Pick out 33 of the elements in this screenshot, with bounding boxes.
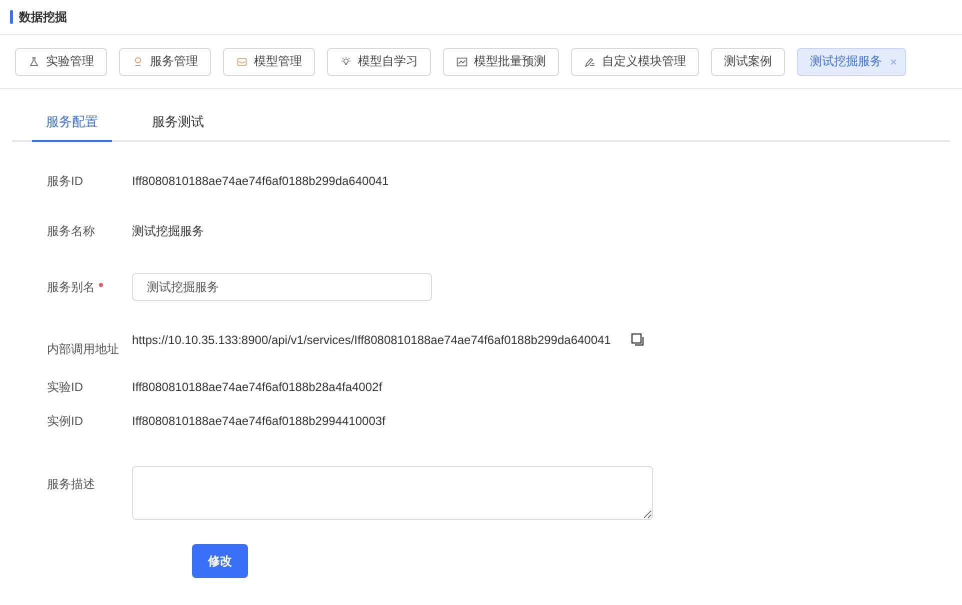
page-title: 数据挖掘 [19, 8, 67, 26]
field-value: 测试挖掘服务 [132, 222, 204, 240]
copy-icon[interactable] [630, 333, 645, 347]
field-label: 服务描述 [47, 477, 95, 491]
flask-icon [28, 56, 40, 68]
tray-icon [236, 56, 248, 68]
field-label: 实验ID [47, 380, 83, 394]
tab[interactable]: 服务测试 [138, 103, 218, 140]
tab-tag[interactable]: 实验管理 [15, 48, 107, 76]
tab-tag[interactable]: 自定义模块管理 [571, 48, 699, 76]
field-label: 实例ID [47, 414, 83, 428]
input-field[interactable]: 测试挖掘服务 [132, 273, 432, 301]
tab-tag[interactable]: 模型自学习 [327, 48, 431, 76]
field-label: 服务名称 [47, 224, 95, 238]
field-value: Iff8080810188ae74ae74f6af0188b299da640041 [132, 174, 389, 188]
field-label: 服务别名 [47, 280, 95, 294]
tab-tag[interactable]: 模型管理 [223, 48, 315, 76]
title-marker [10, 10, 13, 24]
submit-button[interactable]: 修改 [192, 544, 248, 578]
pen-icon [584, 56, 596, 68]
field-label: 服务ID [47, 174, 83, 188]
field-value: Iff8080810188ae74ae74f6af0188b2994410003f [132, 414, 386, 428]
tab-tag[interactable]: 模型批量预测 [443, 48, 559, 76]
field-label: 内部调用地址 [47, 342, 119, 356]
tab[interactable]: 服务配置 [32, 103, 112, 142]
url-text: https://10.10.35.133:8900/api/v1/services/Iff8080810188ae74ae74f6af0188b299da640041 [132, 333, 611, 347]
field-value: Iff8080810188ae74ae74f6af0188b28a4fa4002f [132, 380, 382, 394]
tab-tag[interactable]: 服务管理 [119, 48, 211, 76]
tab-tag[interactable]: 测试挖掘服务 × [797, 48, 906, 76]
bulb-icon [340, 56, 352, 68]
pin-icon [132, 56, 144, 68]
chart-icon [456, 56, 468, 68]
tab-tag[interactable]: 测试案例 [711, 48, 785, 76]
